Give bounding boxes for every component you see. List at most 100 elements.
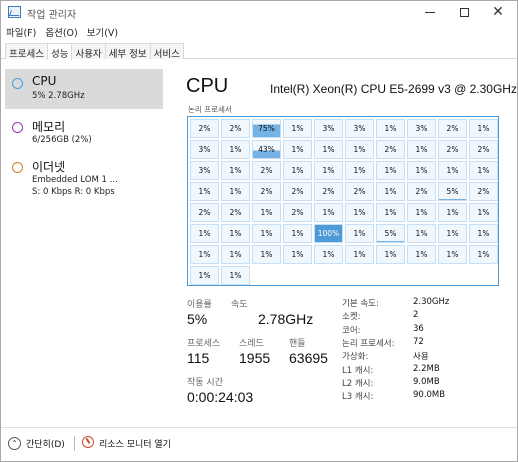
speed-value: 2.78GHz bbox=[258, 311, 314, 327]
logical-processor-cell: 1% bbox=[407, 245, 436, 264]
utilization-label: 이용률 bbox=[187, 300, 212, 310]
logical-processor-cell: 2% bbox=[345, 182, 374, 201]
handles-label: 핸들 bbox=[289, 339, 306, 349]
threads-label: 스레드 bbox=[239, 339, 264, 349]
title-bar: 작업 관리자 ✕ bbox=[1, 1, 517, 23]
spec-value: 2.2MB bbox=[413, 363, 440, 374]
logical-processor-cell: 2% bbox=[252, 161, 281, 180]
threads-value: 1955 bbox=[239, 350, 271, 366]
logical-processor-cell: 100% bbox=[314, 224, 343, 243]
logical-processor-cell: 3% bbox=[190, 161, 219, 180]
logical-processor-cell: 1% bbox=[345, 203, 374, 222]
speed-label: 속도 bbox=[231, 300, 248, 310]
spec-label: 가상화: bbox=[342, 352, 369, 363]
logical-processor-cell: 2% bbox=[438, 119, 467, 138]
tab-users[interactable]: 사용자 bbox=[71, 43, 106, 60]
sidebar-item-subtitle: Embedded LOM 1 ... bbox=[32, 175, 118, 185]
spec-value: 9.0MB bbox=[413, 376, 440, 387]
tab-details[interactable]: 세부 정보 bbox=[104, 43, 151, 60]
spec-label: 논리 프로세서: bbox=[342, 338, 395, 349]
logical-processor-grid: 2% 2% 75% 1% 3% 3% 1% 3% 2% 1% 3% 1% 43% 1% 1% 1% 2% 1% 2%… bbox=[187, 116, 499, 286]
logical-processor-cell: 1% bbox=[345, 140, 374, 159]
minimize-icon bbox=[425, 11, 435, 13]
logical-processor-cell: 2% bbox=[252, 182, 281, 201]
logical-processor-cell: 1% bbox=[252, 245, 281, 264]
spec-value: 2.30GHz bbox=[413, 297, 450, 307]
logical-processor-cell: 2% bbox=[376, 140, 405, 159]
logical-processor-cell: 1% bbox=[469, 203, 498, 222]
logical-processor-cell: 1% bbox=[469, 224, 498, 243]
tab-processes[interactable]: 프로세스 bbox=[5, 43, 48, 60]
spec-label: 소켓: bbox=[342, 312, 361, 323]
minimize-button[interactable] bbox=[413, 1, 447, 23]
logical-processor-cell: 1% bbox=[221, 182, 250, 201]
sidebar-item-title: CPU bbox=[32, 74, 57, 88]
logical-processor-cell: 2% bbox=[283, 203, 312, 222]
spec-label: 코어: bbox=[342, 325, 361, 336]
logical-processor-cell: 1% bbox=[283, 224, 312, 243]
logical-processor-cell: 1% bbox=[345, 161, 374, 180]
spec-value: 72 bbox=[413, 336, 424, 347]
spec-value: 2 bbox=[413, 310, 419, 321]
logical-processors-label: 논리 프로세서 bbox=[188, 105, 232, 114]
window-title: 작업 관리자 bbox=[27, 10, 77, 21]
processes-label: 프로세스 bbox=[187, 339, 221, 349]
logical-processor-cell: 5% bbox=[438, 182, 467, 201]
logical-processor-cell: 1% bbox=[438, 224, 467, 243]
uptime-value: 0:00:24:03 bbox=[187, 389, 254, 405]
footer-bar: ⌃ 간단히(D) 리소스 모니터 열기 bbox=[1, 427, 517, 457]
logical-processor-cell: 1% bbox=[407, 224, 436, 243]
logical-processor-cell: 1% bbox=[314, 245, 343, 264]
performance-sidebar: CPU 5% 2.78GHz 메모리 6/256GB (2%) 이더넷 Embe… bbox=[1, 65, 165, 415]
logical-processor-cell: 1% bbox=[376, 119, 405, 138]
logical-processor-cell: 1% bbox=[283, 140, 312, 159]
logical-processor-cell: 2% bbox=[283, 182, 312, 201]
logical-processor-cell: 3% bbox=[407, 119, 436, 138]
tab-services[interactable]: 서비스 bbox=[149, 43, 184, 60]
sidebar-item-subtitle: 5% 2.78GHz bbox=[32, 91, 85, 101]
logical-processor-cell: 1% bbox=[407, 203, 436, 222]
processes-value: 115 bbox=[187, 350, 210, 366]
task-manager-window: 작업 관리자 ✕ 파일(F) 옵션(O) 보기(V) 프로세스 성능 사용자 세… bbox=[0, 0, 518, 462]
tab-bar: 프로세스 성능 사용자 세부 정보 서비스 bbox=[1, 41, 517, 60]
logical-processor-cell: 1% bbox=[438, 203, 467, 222]
sidebar-item-cpu[interactable]: CPU 5% 2.78GHz bbox=[5, 69, 163, 109]
logical-processor-cell: 1% bbox=[407, 161, 436, 180]
close-icon: ✕ bbox=[492, 4, 504, 20]
sidebar-item-ethernet[interactable]: 이더넷 Embedded LOM 1 ... S: 0 Kbps R: 0 Kb… bbox=[5, 153, 163, 205]
menu-file[interactable]: 파일(F) bbox=[6, 25, 36, 39]
memory-graph-icon bbox=[12, 122, 23, 133]
tab-performance[interactable]: 성능 bbox=[46, 43, 73, 60]
logical-processor-cell: 1% bbox=[376, 245, 405, 264]
maximize-icon bbox=[459, 7, 469, 17]
spec-label: L2 캐시: bbox=[342, 378, 374, 389]
close-button[interactable]: ✕ bbox=[481, 1, 515, 23]
logical-processor-cell: 1% bbox=[469, 161, 498, 180]
logical-processor-cell: 2% bbox=[469, 140, 498, 159]
task-manager-app-icon bbox=[8, 6, 21, 18]
logical-processor-cell: 2% bbox=[407, 182, 436, 201]
maximize-button[interactable] bbox=[447, 1, 481, 23]
resource-monitor-icon[interactable] bbox=[82, 436, 94, 448]
menu-options[interactable]: 옵션(O) bbox=[45, 25, 77, 39]
menu-view[interactable]: 보기(V) bbox=[87, 25, 118, 39]
logical-processor-cell: 2% bbox=[438, 140, 467, 159]
logical-processor-cell: 1% bbox=[469, 245, 498, 264]
sidebar-item-memory[interactable]: 메모리 6/256GB (2%) bbox=[5, 113, 163, 153]
logical-processor-cell: 1% bbox=[221, 245, 250, 264]
spec-label: L3 캐시: bbox=[342, 392, 374, 403]
logical-processor-cell: 5% bbox=[376, 224, 405, 243]
logical-processor-cell: 1% bbox=[221, 266, 250, 285]
logical-processor-cell: 2% bbox=[469, 182, 498, 201]
logical-processor-cell: 2% bbox=[190, 203, 219, 222]
cpu-graph-icon bbox=[12, 78, 23, 89]
logical-processor-cell: 1% bbox=[438, 161, 467, 180]
fewer-details-link[interactable]: 간단히(D) bbox=[26, 437, 65, 450]
logical-processor-cell: 1% bbox=[221, 140, 250, 159]
logical-processor-cell: 1% bbox=[190, 245, 219, 264]
logical-processor-cell: 75% bbox=[252, 119, 281, 138]
logical-processor-cell: 3% bbox=[314, 119, 343, 138]
open-resource-monitor-link[interactable]: 리소스 모니터 열기 bbox=[99, 437, 171, 450]
logical-processor-cell: 3% bbox=[345, 119, 374, 138]
chevron-up-icon[interactable]: ⌃ bbox=[8, 437, 21, 450]
